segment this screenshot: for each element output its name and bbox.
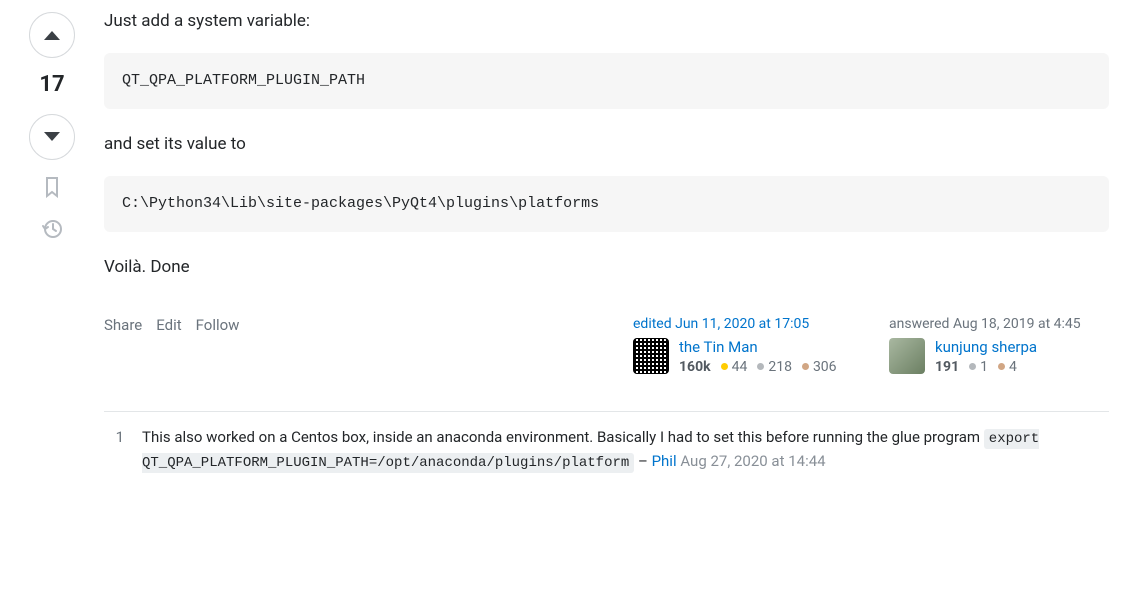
- editor-name-link[interactable]: the Tin Man: [679, 338, 837, 356]
- avatar[interactable]: [633, 338, 669, 374]
- comment-user-link[interactable]: Phil: [652, 452, 677, 470]
- bronze-dot-icon: [802, 363, 809, 370]
- silver-badges: 218: [757, 359, 792, 375]
- code-block: QT_QPA_PLATFORM_PLUGIN_PATH: [104, 53, 1109, 109]
- comment: 1 This also worked on a Centos box, insi…: [104, 426, 1109, 475]
- comment-score: 1: [104, 426, 124, 475]
- answer-container: 17 Just add a system variable: QT_QPA_PL…: [24, 8, 1109, 475]
- post-content: Just add a system variable: QT_QPA_PLATF…: [104, 8, 1109, 282]
- bookmark-button[interactable]: [43, 172, 61, 202]
- answer-body: Just add a system variable: QT_QPA_PLATF…: [104, 8, 1109, 475]
- comment-body: This also worked on a Centos box, inside…: [142, 426, 1109, 475]
- silver-badges: 1: [969, 359, 988, 375]
- vote-score: 17: [39, 70, 64, 102]
- share-link[interactable]: Share: [104, 316, 142, 334]
- editor-details: the Tin Man 160k 44 218 306: [679, 338, 837, 375]
- author-name-link[interactable]: kunjung sherpa: [935, 338, 1037, 356]
- paragraph: and set its value to: [104, 131, 1109, 158]
- silver-dot-icon: [757, 363, 764, 370]
- downvote-button[interactable]: [29, 114, 75, 160]
- edit-link[interactable]: Edit: [156, 316, 181, 334]
- bronze-dot-icon: [998, 363, 1005, 370]
- gold-badges: 44: [721, 359, 748, 375]
- post-footer: Share Edit Follow edited Jun 11, 2020 at…: [104, 316, 1109, 375]
- caret-up-icon: [43, 29, 61, 41]
- editor-stats: 160k 44 218 306: [679, 359, 837, 375]
- history-icon: [41, 218, 63, 240]
- comment-text: This also worked on a Centos box, inside…: [142, 428, 984, 446]
- author-stats: 191 1 4: [935, 359, 1037, 375]
- gold-dot-icon: [721, 363, 728, 370]
- answered-time: answered Aug 18, 2019 at 4:45: [889, 316, 1109, 332]
- avatar[interactable]: [889, 338, 925, 374]
- follow-link[interactable]: Follow: [196, 316, 240, 334]
- comment-timestamp[interactable]: Aug 27, 2020 at 14:44: [680, 452, 825, 470]
- silver-dot-icon: [969, 363, 976, 370]
- edited-time: edited Jun 11, 2020 at 17:05: [633, 316, 853, 332]
- post-menu: Share Edit Follow: [104, 316, 239, 334]
- code-block: C:\Python34\Lib\site-packages\PyQt4\plug…: [104, 176, 1109, 232]
- editor-card: edited Jun 11, 2020 at 17:05 the Tin Man…: [633, 316, 853, 375]
- caret-down-icon: [43, 131, 61, 143]
- bookmark-icon: [43, 176, 61, 198]
- vote-column: 17: [24, 8, 80, 475]
- author-reputation: 191: [935, 359, 959, 375]
- bronze-badges: 4: [998, 359, 1017, 375]
- author-card: answered Aug 18, 2019 at 4:45 kunjung sh…: [889, 316, 1109, 375]
- paragraph: Voilà. Done: [104, 254, 1109, 281]
- paragraph: Just add a system variable:: [104, 8, 1109, 35]
- upvote-button[interactable]: [29, 12, 75, 58]
- signature-block: edited Jun 11, 2020 at 17:05 the Tin Man…: [633, 316, 1109, 375]
- edited-link[interactable]: edited Jun 11, 2020 at 17:05: [633, 316, 809, 332]
- comments-section: 1 This also worked on a Centos box, insi…: [104, 411, 1109, 475]
- timeline-button[interactable]: [41, 214, 63, 244]
- bronze-badges: 306: [802, 359, 837, 375]
- author-details: kunjung sherpa 191 1 4: [935, 338, 1037, 375]
- editor-reputation: 160k: [679, 359, 711, 375]
